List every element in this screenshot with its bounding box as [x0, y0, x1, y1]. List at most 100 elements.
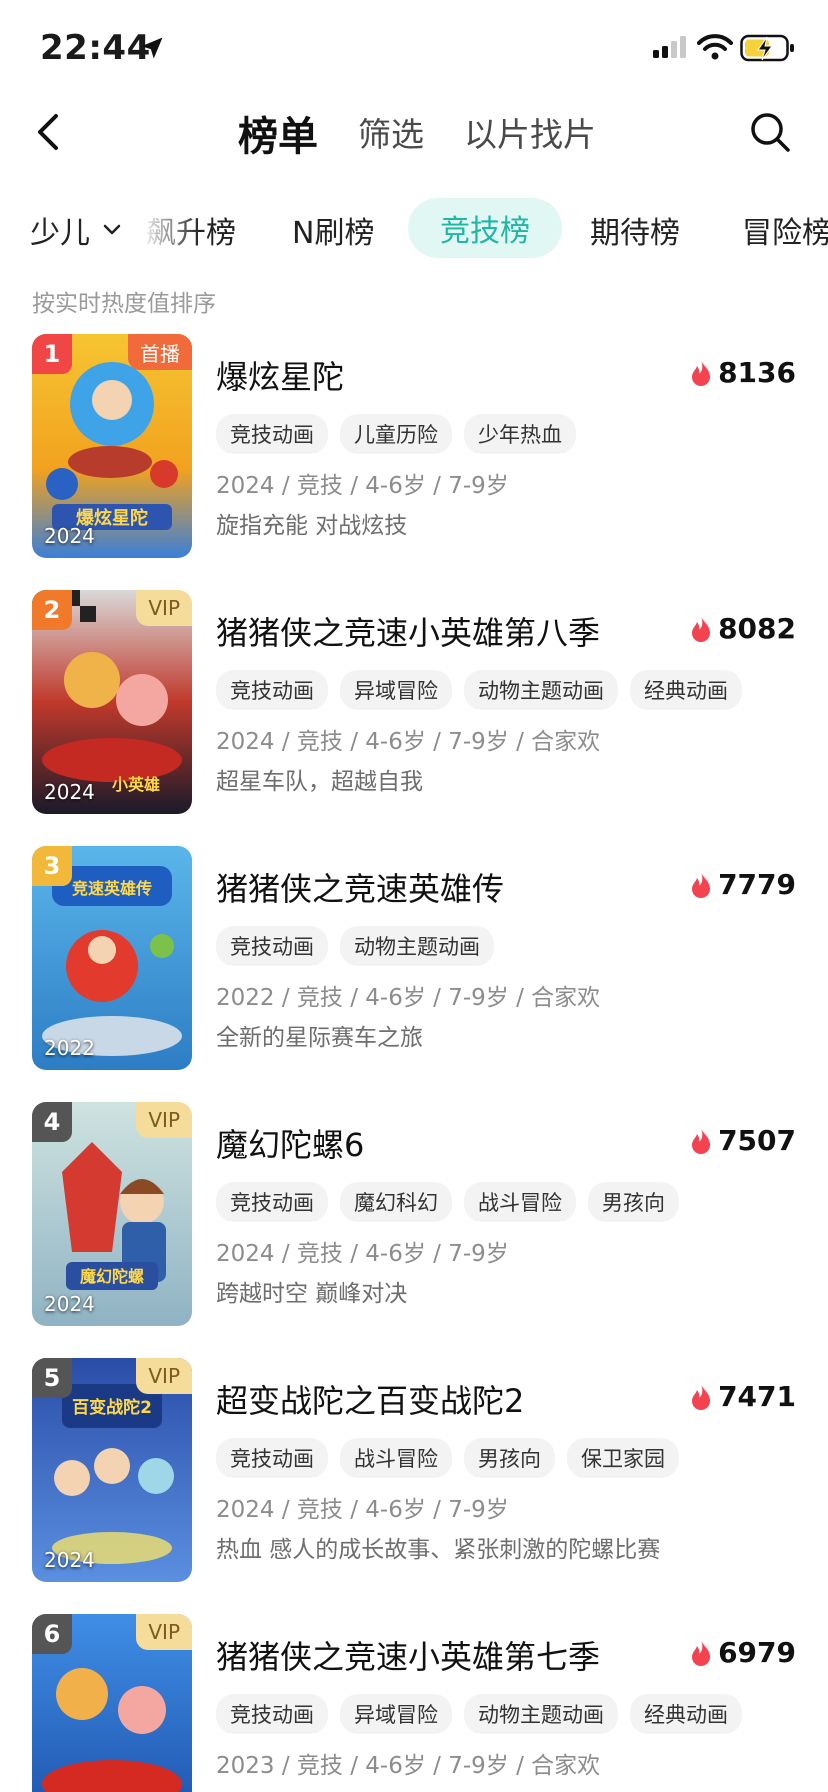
heat-score: 8136: [690, 356, 796, 389]
tag[interactable]: 动物主题动画: [340, 926, 494, 966]
item-meta: 2024 / 竞技 / 4-6岁 / 7-9岁: [216, 473, 509, 499]
heat-score: 6979: [690, 1636, 796, 1669]
sort-description: 按实时热度值排序: [32, 291, 216, 317]
vip-badge: VIP: [136, 590, 192, 626]
flame-icon: [692, 1639, 711, 1666]
category-tabs: 少儿 飙升榜 N刷榜 竞技榜 期待榜 冒险榜: [0, 196, 828, 262]
item-meta: 2024 / 竞技 / 4-6岁 / 7-9岁: [216, 1497, 509, 1523]
rank-badge: 6: [32, 1614, 72, 1654]
poster-image[interactable]: 百变战陀2 5 VIP 2024: [32, 1358, 192, 1582]
list-item[interactable]: 百变战陀2 5 VIP 2024 超变战陀之百变战陀2 7471 竞技动画 战斗…: [0, 1358, 828, 1614]
tag[interactable]: 经典动画: [630, 1694, 742, 1734]
tag[interactable]: 保卫家园: [567, 1438, 679, 1478]
heat-value: 8082: [718, 612, 796, 645]
item-title[interactable]: 超变战陀之百变战陀2: [216, 1376, 524, 1422]
tag[interactable]: 儿童历险: [340, 414, 452, 454]
tag[interactable]: 动物主题动画: [464, 1694, 618, 1734]
item-title[interactable]: 爆炫星陀: [216, 352, 344, 398]
rank-badge: 5: [32, 1358, 72, 1398]
back-arrow-icon[interactable]: [30, 110, 66, 154]
item-description: 超星车队，超越自我: [216, 769, 423, 795]
tag-list: 竞技动画 动物主题动画: [216, 926, 494, 966]
poster-image[interactable]: 6 VIP: [32, 1614, 192, 1792]
tag[interactable]: 竞技动画: [216, 1182, 328, 1222]
list-item[interactable]: 小英雄 2 VIP 2024 猪猪侠之竞速小英雄第八季 8082 竞技动画 异域…: [0, 590, 828, 846]
heat-value: 7471: [718, 1380, 796, 1413]
tag[interactable]: 竞技动画: [216, 926, 328, 966]
item-title[interactable]: 魔幻陀螺6: [216, 1120, 364, 1166]
heat-value: 6979: [718, 1636, 796, 1669]
svg-text:魔幻陀螺: 魔幻陀螺: [80, 1267, 144, 1286]
item-title[interactable]: 猪猪侠之竞速小英雄第七季: [216, 1632, 600, 1678]
tag[interactable]: 战斗冒险: [464, 1182, 576, 1222]
heat-value: 7507: [718, 1124, 796, 1157]
tab-competition[interactable]: 竞技榜: [408, 198, 562, 258]
tag-list: 竞技动画 异域冒险 动物主题动画 经典动画: [216, 1694, 742, 1734]
status-bar: 22:44: [0, 0, 828, 100]
flame-icon: [692, 1127, 711, 1154]
flame-icon: [692, 359, 711, 386]
tag[interactable]: 竞技动画: [216, 1694, 328, 1734]
tag[interactable]: 异域冒险: [340, 1694, 452, 1734]
item-meta: 2024 / 竞技 / 4-6岁 / 7-9岁 / 合家欢: [216, 729, 601, 755]
item-title[interactable]: 猪猪侠之竞速小英雄第八季: [216, 608, 600, 654]
tag-list: 竞技动画 魔幻科幻 战斗冒险 男孩向: [216, 1182, 679, 1222]
tab-adventure[interactable]: 冒险榜: [742, 208, 828, 252]
flame-icon: [692, 1383, 711, 1410]
list-item[interactable]: 竞速英雄传 3 2022 猪猪侠之竞速英雄传 7779 竞技动画 动物主题动画 …: [0, 846, 828, 1102]
rank-badge: 1: [32, 334, 72, 374]
heat-score: 7779: [690, 868, 796, 901]
poster-image[interactable]: 爆炫星陀 1 首播 2024: [32, 334, 192, 558]
tag[interactable]: 战斗冒险: [340, 1438, 452, 1478]
svg-text:小英雄: 小英雄: [112, 775, 160, 794]
heat-score: 7471: [690, 1380, 796, 1413]
tag-list: 竞技动画 儿童历险 少年热血: [216, 414, 576, 454]
item-meta: 2024 / 竞技 / 4-6岁 / 7-9岁: [216, 1241, 509, 1267]
tab-ranking[interactable]: 榜单: [238, 104, 318, 162]
heat-score: 7507: [690, 1124, 796, 1157]
tab-anticipated[interactable]: 期待榜: [590, 208, 680, 252]
svg-text:竞速英雄传: 竞速英雄传: [72, 879, 152, 898]
tab-rewatch[interactable]: N刷榜: [292, 208, 374, 252]
search-icon[interactable]: [748, 110, 792, 154]
tab-filter[interactable]: 筛选: [358, 108, 424, 156]
tag[interactable]: 竞技动画: [216, 414, 328, 454]
vip-badge: VIP: [136, 1358, 192, 1394]
list-item[interactable]: 6 VIP 猪猪侠之竞速小英雄第七季 6979 竞技动画 异域冒险 动物主题动画…: [0, 1614, 828, 1792]
list-item[interactable]: 魔幻陀螺 4 VIP 2024 魔幻陀螺6 7507 竞技动画 魔幻科幻 战斗冒…: [0, 1102, 828, 1358]
poster-year: 2024: [44, 524, 95, 548]
tag[interactable]: 竞技动画: [216, 670, 328, 710]
tag[interactable]: 动物主题动画: [464, 670, 618, 710]
vip-badge: VIP: [136, 1614, 192, 1650]
svg-text:百变战陀2: 百变战陀2: [72, 1397, 152, 1418]
poster-image[interactable]: 魔幻陀螺 4 VIP 2024: [32, 1102, 192, 1326]
poster-year: 2022: [44, 1036, 95, 1060]
tag[interactable]: 男孩向: [588, 1182, 679, 1222]
item-meta: 2023 / 竞技 / 4-6岁 / 7-9岁 / 合家欢: [216, 1753, 601, 1779]
list-item[interactable]: 爆炫星陀 1 首播 2024 爆炫星陀 8136 竞技动画 儿童历险 少年热血 …: [0, 334, 828, 590]
flame-icon: [692, 871, 711, 898]
rank-badge: 3: [32, 846, 72, 886]
age-group-label: 少儿: [30, 216, 90, 251]
tag[interactable]: 魔幻科幻: [340, 1182, 452, 1222]
tag[interactable]: 经典动画: [630, 670, 742, 710]
tag[interactable]: 男孩向: [464, 1438, 555, 1478]
item-title[interactable]: 猪猪侠之竞速英雄传: [216, 864, 504, 910]
poster-image[interactable]: 竞速英雄传 3 2022: [32, 846, 192, 1070]
tag[interactable]: 异域冒险: [340, 670, 452, 710]
poster-image[interactable]: 小英雄 2 VIP 2024: [32, 590, 192, 814]
premiere-badge: 首播: [128, 334, 192, 370]
rank-badge: 2: [32, 590, 72, 630]
poster-year: 2024: [44, 1548, 95, 1572]
flame-icon: [692, 615, 711, 642]
age-group-dropdown[interactable]: 少儿: [30, 208, 122, 252]
tag[interactable]: 竞技动画: [216, 1438, 328, 1478]
tab-find-similar[interactable]: 以片找片: [464, 108, 596, 156]
poster-year: 2024: [44, 1292, 95, 1316]
tag[interactable]: 少年热血: [464, 414, 576, 454]
battery-charging-icon: [740, 34, 794, 62]
heat-value: 7779: [718, 868, 796, 901]
item-meta: 2022 / 竞技 / 4-6岁 / 7-9岁 / 合家欢: [216, 985, 601, 1011]
tag-list: 竞技动画 战斗冒险 男孩向 保卫家园: [216, 1438, 679, 1478]
status-time: 22:44: [40, 28, 151, 68]
